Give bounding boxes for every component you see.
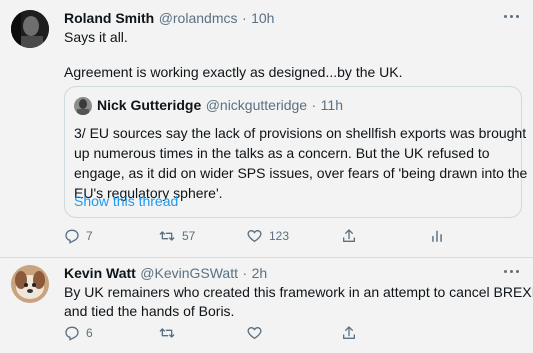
author-handle[interactable]: @rolandmcs — [159, 10, 238, 26]
like-count: 123 — [269, 229, 290, 243]
tweet-text: By UK remainers who created this framewo… — [64, 283, 533, 321]
avatar-kevin-watt[interactable] — [11, 265, 49, 303]
share-icon — [343, 326, 355, 339]
timestamp[interactable]: 2h — [252, 265, 268, 281]
dot-separator: · — [241, 10, 247, 26]
reply-button[interactable]: 7 — [64, 228, 93, 244]
retweet-button[interactable] — [158, 325, 176, 341]
author-name[interactable]: Kevin Watt — [64, 265, 136, 281]
author-name[interactable]: Roland Smith — [64, 10, 154, 26]
tweet-header: Roland Smith @rolandmcs · 10h — [64, 10, 274, 28]
retweet-count: 57 — [182, 229, 196, 243]
like-button[interactable] — [246, 325, 263, 341]
quoted-tweet-header: Nick Gutteridge @nickgutteridge · 11h — [97, 97, 343, 115]
heart-icon — [247, 326, 262, 340]
tweet-header: Kevin Watt @KevinGSWatt · 2h — [64, 265, 267, 283]
author-handle[interactable]: @KevinGSWatt — [140, 265, 238, 281]
analytics-button[interactable] — [430, 228, 444, 244]
quoted-author-handle: @nickgutteridge — [205, 97, 308, 113]
quoted-text-line: 3/ EU sources say the lack of provisions… — [74, 125, 527, 141]
reply-icon — [65, 326, 79, 341]
dot-separator: · — [311, 97, 317, 113]
quoted-author-name: Nick Gutteridge — [97, 97, 202, 113]
tweet-text-line: By UK remainers who created this framewo… — [64, 284, 533, 300]
retweet-button[interactable]: 57 — [158, 228, 195, 244]
more-horizontal-icon[interactable] — [504, 269, 522, 275]
share-button[interactable] — [341, 325, 357, 341]
quoted-text-line: engage, as it did on wider SPS issues, o… — [74, 165, 528, 181]
like-button[interactable]: 123 — [246, 228, 289, 244]
reply-button[interactable]: 6 — [64, 325, 93, 341]
tweet-text-line: and tied the hands of Boris. — [64, 303, 235, 319]
dot-separator: · — [242, 265, 248, 281]
more-horizontal-icon[interactable] — [504, 14, 522, 20]
reply-count: 6 — [86, 326, 93, 340]
avatar-nick-gutteridge[interactable] — [74, 97, 92, 115]
reply-count: 7 — [86, 229, 93, 243]
tweet-text-line: Agreement is working exactly as designed… — [64, 64, 403, 80]
tweet-roland-smith[interactable]: Roland Smith @rolandmcs · 10h Says it al… — [0, 0, 533, 258]
heart-icon — [247, 229, 262, 243]
reply-icon — [65, 229, 79, 244]
share-button[interactable] — [341, 228, 357, 244]
retweet-icon — [159, 328, 175, 338]
tweet-kevin-watt[interactable]: Kevin Watt @KevinGSWatt · 2h By UK remai… — [0, 258, 533, 353]
quoted-tweet[interactable]: Nick Gutteridge @nickgutteridge · 11h 3/… — [64, 86, 527, 218]
show-thread-link[interactable]: Show this thread — [74, 193, 178, 209]
analytics-icon — [432, 230, 442, 242]
quoted-tweet-text: 3/ EU sources say the lack of provisions… — [74, 123, 527, 203]
quoted-text-line: up numerous times in the talks as a conc… — [74, 145, 490, 161]
timestamp[interactable]: 10h — [251, 10, 274, 26]
quoted-timestamp: 11h — [320, 97, 343, 113]
share-icon — [343, 229, 355, 242]
retweet-icon — [159, 231, 175, 241]
tweet-text-line: Says it all. — [64, 29, 128, 45]
avatar-roland-smith[interactable] — [11, 10, 49, 48]
